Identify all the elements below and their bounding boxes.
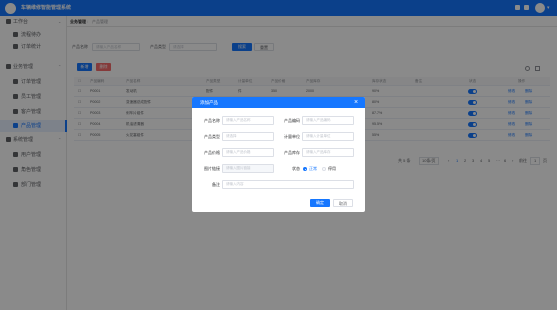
remark-label: 备注: [212, 182, 220, 187]
dialog-header: 添加产品 ×: [192, 97, 365, 108]
price-input[interactable]: 请输入产品价格: [222, 148, 274, 157]
remark-textarea[interactable]: 请输入内容: [222, 180, 354, 189]
confirm-button[interactable]: 确定: [310, 199, 330, 207]
status-disabled-label[interactable]: 停用: [328, 164, 336, 173]
stock-input[interactable]: 请输入产品库存: [302, 148, 354, 157]
name-input[interactable]: 请输入产品名称: [222, 116, 274, 125]
unit-label: 计量单位: [284, 134, 300, 139]
status-disabled-radio[interactable]: [322, 167, 326, 171]
unit-input[interactable]: 请输入计量单位: [302, 132, 354, 141]
close-icon[interactable]: ×: [354, 97, 358, 108]
cancel-button[interactable]: 取消: [333, 199, 353, 207]
name-label: 产品名称: [204, 118, 220, 123]
stock-label: 产品库存: [284, 150, 300, 155]
image-label: 图片链接: [204, 166, 220, 171]
status-normal-radio[interactable]: [303, 167, 307, 171]
type-label: 产品类型: [204, 134, 220, 139]
code-label: 产品编码: [284, 118, 300, 123]
type-select[interactable]: 请选择: [222, 132, 274, 141]
status-normal-label[interactable]: 正常: [309, 164, 317, 173]
dialog-title: 添加产品: [200, 100, 218, 105]
code-input[interactable]: 请输入产品编码: [302, 116, 354, 125]
status-label: 状态: [292, 166, 300, 171]
image-input[interactable]: 请输入图片链接: [222, 164, 274, 173]
price-label: 产品价格: [204, 150, 220, 155]
